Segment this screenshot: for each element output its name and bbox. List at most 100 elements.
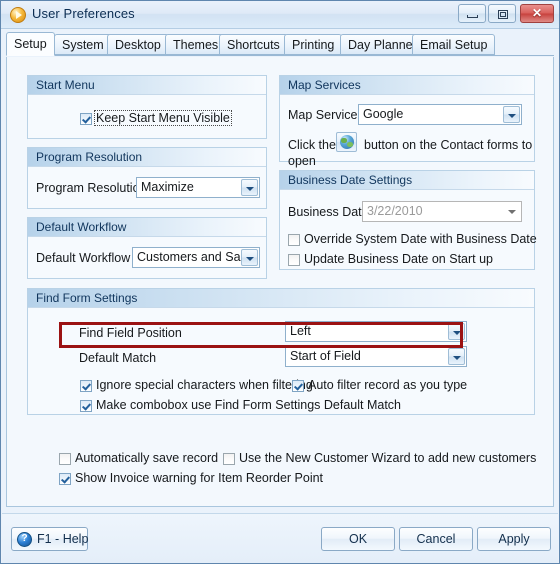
label-default-workflow: Default Workflow	[36, 251, 131, 265]
label-program-resolution: Program Resolution	[36, 181, 147, 195]
chevron-down-icon[interactable]	[241, 179, 258, 196]
label-default-match: Default Match	[79, 351, 157, 365]
chevron-down-icon[interactable]	[503, 203, 520, 220]
checkbox-box-icon	[59, 473, 71, 485]
group-business-date-header: Business Date Settings	[280, 171, 534, 190]
tab-printing[interactable]: Printing	[284, 34, 343, 55]
combo-default-workflow[interactable]: Customers and Sales	[132, 247, 260, 268]
checkbox-auto-filter-record[interactable]: Auto filter record as you type	[292, 378, 467, 393]
combo-program-resolution[interactable]: Maximize	[136, 177, 260, 198]
checkbox-label: Use the New Customer Wizard to add new c…	[239, 451, 537, 465]
label-map-service: Map Service	[288, 108, 358, 122]
combo-value: Customers and Sales	[137, 250, 257, 264]
checkbox-label: Auto filter record as you type	[308, 378, 468, 392]
dialog-footer: F1 - Help OK Cancel Apply	[2, 513, 558, 563]
group-find-form-title: Find Form Settings	[36, 291, 138, 305]
checkbox-box-icon	[80, 380, 92, 392]
globe-icon	[340, 135, 354, 149]
group-find-form-settings: Find Form Settings Find Field Position L…	[27, 288, 535, 415]
combo-default-match[interactable]: Start of Field	[285, 346, 467, 367]
minimize-button[interactable]	[458, 4, 486, 23]
group-start-menu: Start Menu Keep Start Menu Visible	[27, 75, 267, 139]
checkbox-label: Make combobox use Find Form Settings Def…	[96, 398, 401, 412]
combo-map-service[interactable]: Google	[358, 104, 522, 125]
title-bar: User Preferences ✕	[1, 1, 559, 29]
play-circle-icon	[10, 7, 26, 23]
checkbox-combobox-default-match[interactable]: Make combobox use Find Form Settings Def…	[80, 398, 401, 413]
chevron-down-icon[interactable]	[503, 106, 520, 123]
close-button[interactable]: ✕	[520, 4, 554, 23]
checkbox-box-icon	[288, 254, 300, 266]
checkbox-update-business-date-startup[interactable]: Update Business Date on Start up	[288, 252, 493, 267]
map-globe-button[interactable]	[336, 132, 357, 152]
tab-system[interactable]: System	[54, 34, 112, 55]
group-map-services-body: Map Service Google Click the button on t…	[280, 94, 534, 168]
checkbox-label: Update Business Date on Start up	[304, 252, 494, 266]
group-program-resolution-body: Program Resolution Maximize	[28, 166, 266, 208]
map-hint-line2: open	[288, 154, 316, 168]
group-default-workflow-title: Default Workflow	[36, 220, 127, 234]
question-circle-icon	[17, 532, 32, 547]
map-hint-before: Click the	[288, 138, 336, 152]
group-find-form-body: Find Field Position Left Default Match S…	[28, 307, 534, 414]
group-map-services: Map Services Map Service Google Click th…	[279, 75, 535, 168]
chevron-down-icon[interactable]	[241, 249, 258, 266]
maximize-button[interactable]	[488, 4, 516, 23]
group-program-resolution: Program Resolution Program Resolution Ma…	[27, 147, 267, 209]
tab-underline	[6, 55, 554, 56]
checkbox-label: Automatically save record	[75, 451, 219, 465]
group-map-services-header: Map Services	[280, 76, 534, 95]
combo-find-field-position[interactable]: Left	[285, 321, 467, 342]
minimize-icon	[467, 15, 478, 18]
window-title: User Preferences	[32, 6, 135, 21]
checkbox-box-icon	[80, 400, 92, 412]
checkbox-box-icon	[223, 453, 235, 465]
combo-value: 3/22/2010	[367, 204, 423, 218]
combo-business-date[interactable]: 3/22/2010	[362, 201, 522, 222]
tab-email-setup[interactable]: Email Setup	[412, 34, 496, 55]
tab-shortcuts[interactable]: Shortcuts	[219, 34, 288, 55]
checkbox-box-icon	[59, 453, 71, 465]
tab-themes[interactable]: Themes	[165, 34, 227, 55]
apply-button[interactable]: Apply	[477, 527, 551, 551]
checkbox-new-customer-wizard[interactable]: Use the New Customer Wizard to add new c…	[223, 451, 536, 466]
label-business-date: Business Date	[288, 205, 369, 219]
checkbox-keep-start-menu-visible[interactable]: Keep Start Menu Visible	[80, 110, 232, 126]
checkbox-ignore-special-characters[interactable]: Ignore special characters when filtering	[80, 378, 313, 393]
group-find-form-header: Find Form Settings	[28, 289, 534, 308]
checkbox-automatically-save-record[interactable]: Automatically save record	[59, 451, 218, 466]
tab-panel-setup: Start Menu Keep Start Menu Visible Progr…	[6, 57, 554, 507]
maximize-icon	[498, 10, 508, 19]
chevron-down-icon[interactable]	[448, 323, 465, 340]
close-icon: ✕	[531, 6, 543, 20]
checkbox-label: Keep Start Menu Visible	[94, 110, 232, 126]
user-preferences-window: User Preferences ✕ Setup System Desktop …	[0, 0, 560, 564]
ok-button[interactable]: OK	[321, 527, 395, 551]
combo-value: Maximize	[141, 180, 194, 194]
chevron-down-icon[interactable]	[448, 348, 465, 365]
checkbox-show-invoice-warning[interactable]: Show Invoice warning for Item Reorder Po…	[59, 471, 323, 486]
group-start-menu-header: Start Menu	[28, 76, 266, 95]
group-start-menu-title: Start Menu	[36, 78, 95, 92]
checkbox-box-icon	[288, 234, 300, 246]
cancel-button[interactable]: Cancel	[399, 527, 473, 551]
checkbox-label: Ignore special characters when filtering	[96, 378, 313, 392]
help-button[interactable]: F1 - Help	[11, 527, 88, 551]
tab-desktop[interactable]: Desktop	[107, 34, 169, 55]
group-map-services-title: Map Services	[288, 78, 361, 92]
group-business-date-settings: Business Date Settings Business Date 3/2…	[279, 170, 537, 270]
checkbox-override-system-date[interactable]: Override System Date with Business Date	[288, 232, 537, 247]
tab-setup[interactable]: Setup	[6, 32, 55, 56]
help-button-label: F1 - Help	[37, 532, 89, 546]
checkbox-label: Show Invoice warning for Item Reorder Po…	[75, 471, 324, 485]
group-default-workflow-body: Default Workflow Customers and Sales	[28, 236, 266, 278]
combo-value: Left	[290, 324, 311, 338]
group-program-resolution-title: Program Resolution	[36, 150, 143, 164]
checkbox-box-icon	[292, 380, 304, 392]
group-start-menu-body: Keep Start Menu Visible	[28, 94, 266, 138]
map-hint-after: button on the Contact forms to	[364, 138, 533, 152]
group-business-date-body: Business Date 3/22/2010 Override System …	[280, 189, 537, 269]
tab-strip: Setup System Desktop Themes Shortcuts Pr…	[6, 32, 554, 57]
combo-value: Google	[363, 107, 404, 121]
label-find-field-position: Find Field Position	[79, 326, 182, 340]
